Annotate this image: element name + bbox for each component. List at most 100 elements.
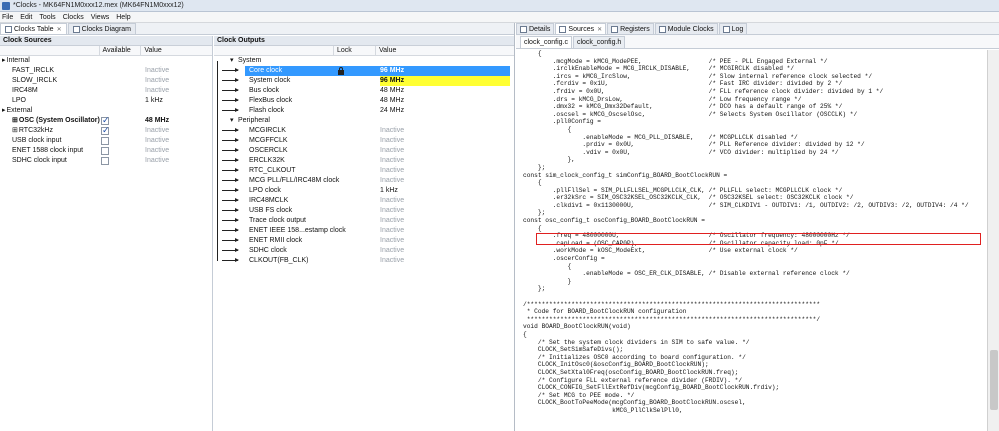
output-group[interactable]: ▾ Peripheral [214, 116, 514, 126]
code-editor[interactable]: { .mcgMode = kMCG_ModePEE, /* PEE - PLL … [516, 50, 986, 431]
expand-plus-icon[interactable]: ⊞ [12, 117, 18, 124]
source-row[interactable]: ⊞RTC32kHz Inactive [0, 125, 212, 136]
output-name: Flash clock [249, 107, 285, 114]
arrow-icon [222, 138, 239, 142]
collapse-triangle-icon[interactable]: ▾ [230, 116, 234, 126]
output-row[interactable]: ERCLK32K Inactive [214, 156, 514, 166]
lock-icon[interactable] [338, 67, 344, 75]
highlight-box [536, 233, 981, 245]
close-icon[interactable]: ✕ [597, 26, 602, 33]
source-name: SDHC clock input [12, 157, 67, 164]
output-name: ENET RMII clock [249, 237, 303, 244]
available-checkbox[interactable] [101, 157, 109, 165]
source-value: Inactive [145, 77, 170, 84]
tab-clocks-diagram[interactable]: Clocks Diagram [67, 23, 136, 34]
output-row[interactable]: Trace clock output Inactive [214, 216, 514, 226]
output-row[interactable]: Core clock 96 MHz [214, 66, 514, 76]
output-name: FlexBus clock [249, 97, 293, 104]
app-icon [2, 1, 10, 10]
tab-registers[interactable]: Registers [607, 23, 654, 34]
menu-views[interactable]: Views [91, 14, 110, 21]
vertical-scrollbar[interactable] [987, 50, 999, 431]
menu-tools[interactable]: Tools [39, 14, 55, 21]
collapse-triangle-icon[interactable]: ▾ [230, 56, 234, 66]
menu-help[interactable]: Help [116, 14, 130, 21]
arrow-icon [222, 108, 239, 112]
source-value: Inactive [145, 137, 170, 144]
available-checkbox[interactable] [101, 137, 109, 145]
output-name: System [238, 57, 262, 64]
connector-line [217, 61, 218, 261]
output-row[interactable]: MCGFFCLK Inactive [214, 136, 514, 146]
output-row[interactable]: RTC_CLKOUT Inactive [214, 166, 514, 176]
arrow-icon [222, 188, 239, 192]
source-row[interactable]: IRC48M Inactive [0, 86, 212, 96]
arrow-icon [222, 158, 239, 162]
output-row[interactable]: ENET IEEE 158...estamp clock Inactive [214, 226, 514, 236]
sources-icon [559, 25, 567, 33]
output-row[interactable]: FlexBus clock 48 MHz [214, 96, 514, 106]
source-name: ⊞OSC (System Oscillator) [12, 117, 100, 124]
output-value: 48 MHz [380, 97, 405, 104]
output-row[interactable]: OSCERCLK Inactive [214, 146, 514, 156]
arrow-icon [222, 128, 239, 132]
collapse-triangle-icon[interactable]: ▸ [2, 107, 6, 114]
output-row[interactable]: CLKOUT(FB_CLK) Inactive [214, 256, 514, 266]
tab-clock-config-h[interactable]: clock_config.h [572, 36, 626, 48]
available-checkbox[interactable] [101, 115, 110, 125]
menu-edit[interactable]: Edit [20, 14, 32, 21]
source-row[interactable]: SLOW_IRCLK Inactive [0, 76, 212, 86]
menu-file[interactable]: File [2, 14, 13, 21]
arrow-icon [222, 78, 239, 82]
output-row[interactable]: SDHC clock Inactive [214, 246, 514, 256]
output-value: Inactive [380, 217, 405, 224]
output-row[interactable]: ENET RMII clock Inactive [214, 236, 514, 246]
available-checkbox[interactable] [101, 147, 109, 155]
source-row[interactable]: FAST_IRCLK Inactive [0, 66, 212, 76]
clock-sources-column-header: Available Value [0, 46, 212, 56]
source-value: Inactive [145, 157, 170, 164]
source-row[interactable]: ENET 1588 clock input Inactive [0, 146, 212, 156]
tab-clock-config-c[interactable]: clock_config.c [520, 36, 572, 48]
scrollbar-thumb[interactable] [990, 350, 998, 410]
expand-plus-icon[interactable]: ⊞ [12, 127, 18, 134]
source-row[interactable]: LPO 1 kHz [0, 96, 212, 106]
registers-icon [611, 25, 619, 33]
source-value: Inactive [145, 147, 170, 154]
clock-sources-list: ▸Internal FAST_IRCLK Inactive SLOW_IRCLK Ina… [0, 56, 212, 166]
output-row[interactable]: System clock 96 MHz [214, 76, 514, 86]
collapse-triangle-icon[interactable]: ▸ [2, 57, 6, 64]
output-row[interactable]: Flash clock 24 MHz [214, 106, 514, 116]
file-tabs: clock_config.c clock_config.h [516, 35, 999, 49]
tab-module-clocks[interactable]: Module Clocks [654, 23, 718, 34]
arrow-icon [222, 228, 239, 232]
source-name: IRC48M [12, 87, 38, 94]
output-name: Trace clock output [249, 217, 306, 224]
output-group[interactable]: ▾ System [214, 56, 514, 66]
output-row[interactable]: LPO clock 1 kHz [214, 186, 514, 196]
output-name: SDHC clock [249, 247, 287, 254]
tab-clocks-table[interactable]: Clocks Table ✕ [0, 23, 67, 34]
tab-log[interactable]: Log [718, 23, 748, 34]
output-value: Inactive [380, 177, 405, 184]
output-name: ENET IEEE 158...estamp clock [249, 227, 346, 234]
module-clocks-icon [658, 25, 666, 33]
output-row[interactable]: MCG PLL/FLL/IRC48M clock Inactive [214, 176, 514, 186]
source-name: ENET 1588 clock input [12, 147, 84, 154]
close-icon[interactable]: ✕ [57, 26, 62, 33]
available-checkbox[interactable] [101, 125, 110, 135]
output-value: 24 MHz [380, 107, 405, 114]
source-row[interactable]: SDHC clock input Inactive [0, 156, 212, 166]
output-row[interactable]: Bus clock 48 MHz [214, 86, 514, 96]
output-row[interactable]: USB FS clock Inactive [214, 206, 514, 216]
diagram-icon [72, 25, 80, 33]
tab-sources[interactable]: Sources ✕ [555, 23, 607, 34]
output-row[interactable]: MCGIRCLK Inactive [214, 126, 514, 136]
source-value: Inactive [145, 87, 170, 94]
tab-details[interactable]: Details [516, 23, 555, 34]
source-row[interactable]: USB clock input Inactive [0, 136, 212, 146]
menu-clocks[interactable]: Clocks [63, 14, 84, 21]
source-row[interactable]: ▸Internal [0, 56, 212, 66]
output-value: Inactive [380, 167, 405, 174]
output-row[interactable]: IRC48MCLK Inactive [214, 196, 514, 206]
